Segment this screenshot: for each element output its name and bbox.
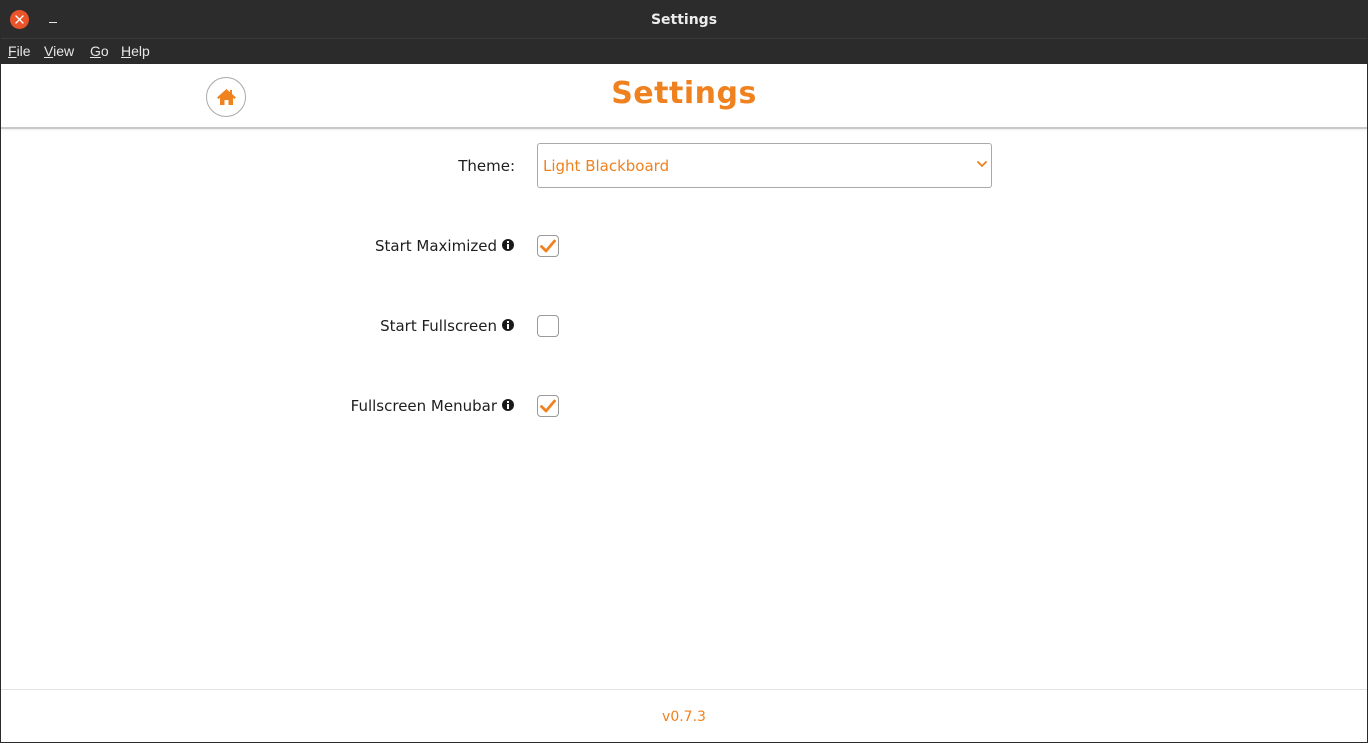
- menu-view[interactable]: View: [44, 43, 74, 59]
- menu-bar: File View Go Help: [1, 38, 1367, 64]
- checkmark-icon: [540, 239, 556, 253]
- page-header: Settings: [1, 64, 1367, 129]
- theme-select-value: Light Blackboard: [543, 157, 670, 175]
- info-icon[interactable]: [502, 319, 514, 331]
- menu-go[interactable]: Go: [90, 43, 109, 59]
- menu-file[interactable]: File: [8, 43, 31, 59]
- menu-help-label: elp: [131, 43, 150, 59]
- window-title: Settings: [650, 12, 718, 28]
- version-label: v0.7.3: [662, 709, 706, 725]
- title-bar[interactable]: Settings: [1, 1, 1367, 38]
- menu-file-mnemonic: F: [8, 43, 17, 59]
- menu-go-label: o: [100, 43, 109, 59]
- menu-file-label: ile: [16, 43, 31, 59]
- theme-label: Theme:: [458, 157, 515, 175]
- info-icon[interactable]: [502, 399, 514, 411]
- menu-help-mnemonic: H: [121, 43, 132, 59]
- start-fullscreen-label: Start Fullscreen: [380, 317, 497, 335]
- start-maximized-label: Start Maximized: [375, 237, 497, 255]
- chevron-down-icon: [977, 161, 987, 168]
- footer: v0.7.3: [1, 689, 1367, 742]
- start-fullscreen-checkbox[interactable]: [537, 315, 559, 337]
- app-window: Settings File View Go Help Settings Them…: [0, 0, 1368, 743]
- menu-view-mnemonic: V: [44, 43, 54, 59]
- info-icon[interactable]: [502, 239, 514, 251]
- menu-view-label: iew: [53, 43, 75, 59]
- fullscreen-menubar-checkbox[interactable]: [537, 395, 559, 417]
- page-title: Settings: [611, 76, 757, 111]
- fullscreen-menubar-label: Fullscreen Menubar: [350, 397, 497, 415]
- theme-select[interactable]: Light Blackboard: [537, 143, 992, 188]
- checkmark-icon: [540, 399, 556, 413]
- menu-go-mnemonic: G: [90, 43, 101, 59]
- menu-help[interactable]: Help: [121, 43, 150, 59]
- start-maximized-checkbox[interactable]: [537, 235, 559, 257]
